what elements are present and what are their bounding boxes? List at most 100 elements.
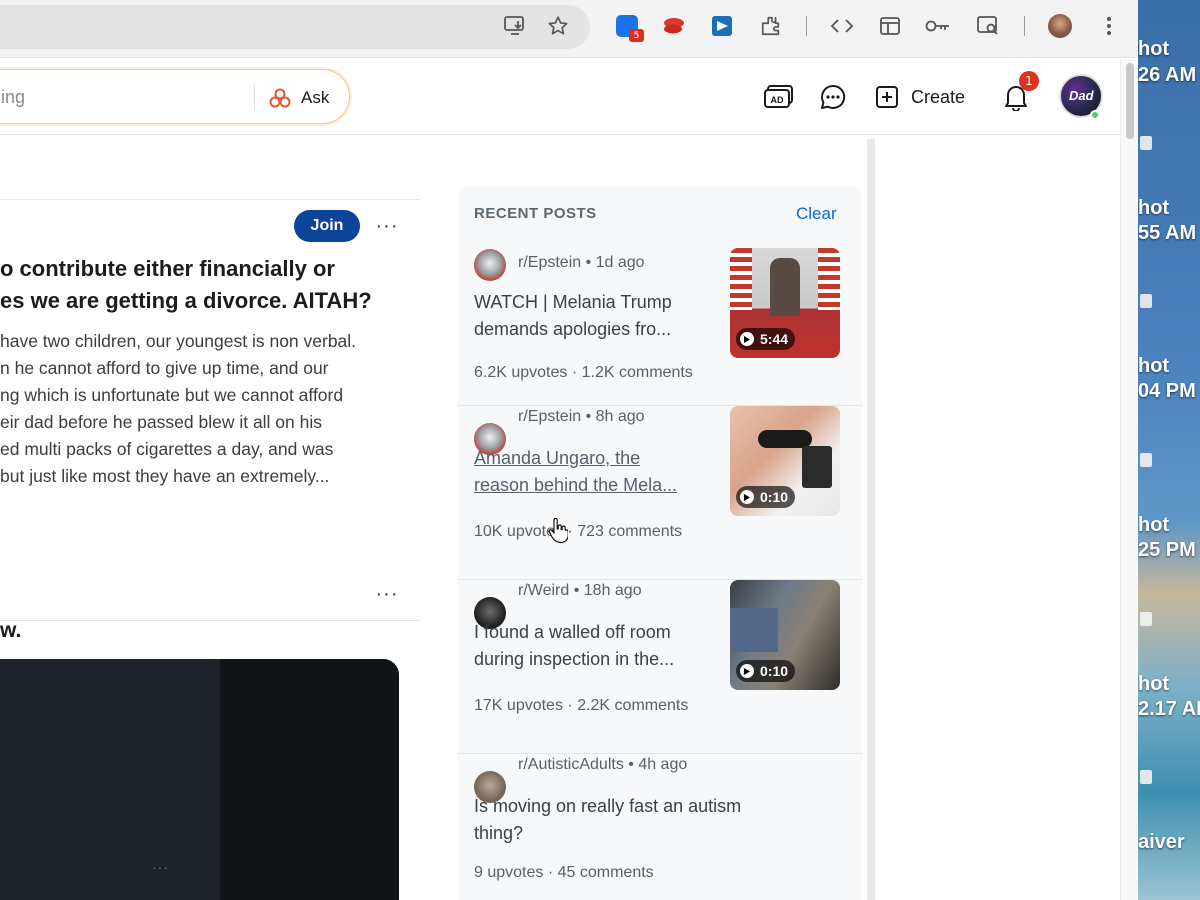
install-app-icon[interactable]: [501, 12, 529, 40]
plus-icon: [876, 86, 898, 108]
notifications-button[interactable]: 1: [1003, 71, 1039, 117]
page-search-icon[interactable]: [974, 12, 1002, 40]
desktop-file-label[interactable]: 55 AM: [1138, 222, 1196, 244]
community-name[interactable]: r/Epstein: [518, 408, 581, 425]
community-name[interactable]: r/Weird: [518, 582, 569, 599]
desktop-file-label[interactable]: 04 PM: [1138, 380, 1196, 402]
side-panel-icon[interactable]: [876, 12, 904, 40]
community-name[interactable]: r/AutisticAdults: [518, 756, 624, 773]
desktop-file-label[interactable]: aiver: [1138, 831, 1185, 853]
desktop-file-label[interactable]: hot: [1138, 514, 1169, 536]
desktop-file-label[interactable]: hot: [1138, 355, 1169, 377]
extension-gear-icon[interactable]: 5: [613, 12, 644, 42]
video-thumbnail[interactable]: 0:10: [730, 406, 840, 516]
desktop-file-label[interactable]: 26 AM: [1138, 64, 1196, 86]
post-age: 4h ago: [638, 756, 688, 773]
toolbar-separator: [1024, 16, 1025, 36]
stats-separator: ·: [567, 523, 578, 540]
scrollbar-thumb[interactable]: [1126, 63, 1134, 139]
title-line: Is moving on really fast an autism: [474, 796, 742, 816]
extensions-puzzle-icon[interactable]: [757, 12, 785, 40]
ask-button[interactable]: Ask: [269, 84, 329, 112]
post-title-line[interactable]: es we are getting a divorce. AITAH?: [0, 285, 372, 317]
recent-posts-panel: RECENT POSTS Clear r/Epstein • 1d ago WA…: [458, 186, 862, 900]
meta-separator: •: [573, 582, 584, 599]
bookmark-star-icon[interactable]: [544, 12, 572, 40]
recent-post-title[interactable]: Is moving on really fast an autism thing…: [474, 793, 794, 847]
title-line: during inspection in the...: [474, 649, 675, 669]
title-line: reason behind the Mela...: [474, 475, 678, 495]
comment-count: 1.2K comments: [581, 364, 693, 381]
svg-text:AD: AD: [771, 95, 784, 105]
recent-post-title[interactable]: Amanda Ungaro, the reason behind the Mel…: [474, 445, 719, 499]
desktop-file-label[interactable]: hot: [1138, 197, 1169, 219]
chat-button[interactable]: [820, 77, 846, 117]
sidebar-scrollbar[interactable]: [867, 139, 875, 900]
ask-icon: [269, 88, 291, 108]
recent-post-title[interactable]: I found a walled off room during inspect…: [474, 619, 719, 673]
extension-flag-icon[interactable]: [708, 12, 736, 40]
comment-count: 723 comments: [577, 523, 683, 540]
profile-avatar-icon[interactable]: [1046, 12, 1074, 40]
post-meta: r/Weird • 18h ago: [518, 582, 642, 600]
post-video-player[interactable]: ···: [0, 659, 399, 900]
clear-recent-button[interactable]: Clear: [796, 204, 837, 224]
desktop-file-icon[interactable]: [1140, 770, 1152, 784]
community-name[interactable]: r/Epstein: [518, 254, 581, 271]
search-divider: [254, 84, 255, 110]
extension-red-icon[interactable]: [660, 12, 688, 40]
post-meta: r/Epstein • 8h ago: [518, 408, 645, 426]
advertise-button[interactable]: AD: [764, 77, 794, 117]
post-body-line: eir dad before he passed blew it all on …: [0, 412, 323, 432]
post-body[interactable]: have two children, our youngest is non v…: [0, 328, 410, 490]
video-duration: 5:44: [736, 328, 796, 350]
post-title[interactable]: w.: [0, 615, 21, 647]
password-key-icon[interactable]: [924, 12, 952, 40]
recent-post-item[interactable]: r/AutisticAdults • 4h ago Is moving on r…: [458, 754, 862, 900]
video-frame: [0, 659, 220, 900]
video-thumbnail[interactable]: 0:10: [730, 580, 840, 690]
extension-badge: 5: [629, 29, 644, 42]
desktop-background: hot 26 AM hot 55 AM hot 04 PM hot 25 PM …: [1138, 0, 1200, 900]
feed-divider: [0, 199, 420, 200]
search-bar[interactable]: ing Ask: [0, 69, 350, 124]
desktop-file-icon[interactable]: [1140, 294, 1152, 308]
post-options-button[interactable]: ···: [374, 216, 400, 239]
post-body-line: n he cannot afford to give up time, and …: [0, 358, 329, 378]
post-body-line: have two children, our youngest is non v…: [0, 331, 357, 351]
duration-text: 0:10: [760, 663, 789, 679]
post-meta: r/AutisticAdults • 4h ago: [518, 756, 687, 774]
desktop-file-icon[interactable]: [1140, 453, 1152, 467]
desktop-file-icon[interactable]: [1140, 136, 1152, 150]
duration-text: 5:44: [760, 331, 789, 347]
join-button[interactable]: Join: [294, 210, 360, 242]
browser-menu-icon[interactable]: [1095, 12, 1123, 40]
page-scrollbar[interactable]: [1120, 59, 1138, 900]
recent-post-title[interactable]: WATCH | Melania Trump demands apologies …: [474, 289, 719, 343]
desktop-file-label[interactable]: 2.17 AM: [1138, 698, 1200, 720]
desktop-file-label[interactable]: hot: [1138, 38, 1169, 60]
recent-post-item[interactable]: r/Weird • 18h ago I found a walled off r…: [458, 580, 862, 754]
title-line: WATCH | Melania Trump: [474, 292, 672, 312]
video-loading-dots: ···: [152, 859, 169, 875]
desktop-file-label[interactable]: 25 PM: [1138, 539, 1196, 561]
search-input[interactable]: ing: [1, 87, 25, 108]
play-icon: [740, 490, 754, 504]
post-title-line[interactable]: o contribute either financially or: [0, 253, 335, 285]
post-stats: 6.2K upvotes · 1.2K comments: [474, 364, 693, 382]
recent-post-item[interactable]: r/Epstein • 1d ago WATCH | Melania Trump…: [458, 232, 862, 406]
browser-toolbar: 5: [0, 0, 1138, 58]
devtools-code-icon[interactable]: [828, 12, 856, 40]
chat-icon: [820, 84, 846, 109]
create-button[interactable]: Create: [875, 77, 965, 117]
recent-post-item[interactable]: r/Epstein • 8h ago Amanda Ungaro, the re…: [458, 406, 862, 580]
room-graphic: [730, 608, 778, 652]
video-frame: [220, 659, 399, 900]
desktop-file-icon[interactable]: [1140, 612, 1152, 626]
video-thumbnail[interactable]: 5:44: [730, 248, 840, 358]
upvote-count: 6.2K upvotes: [474, 364, 568, 381]
post-options-button[interactable]: ···: [374, 584, 400, 607]
desktop-file-label[interactable]: hot: [1138, 673, 1169, 695]
post-stats: 9 upvotes · 45 comments: [474, 864, 654, 882]
online-status-dot: [1090, 110, 1100, 120]
